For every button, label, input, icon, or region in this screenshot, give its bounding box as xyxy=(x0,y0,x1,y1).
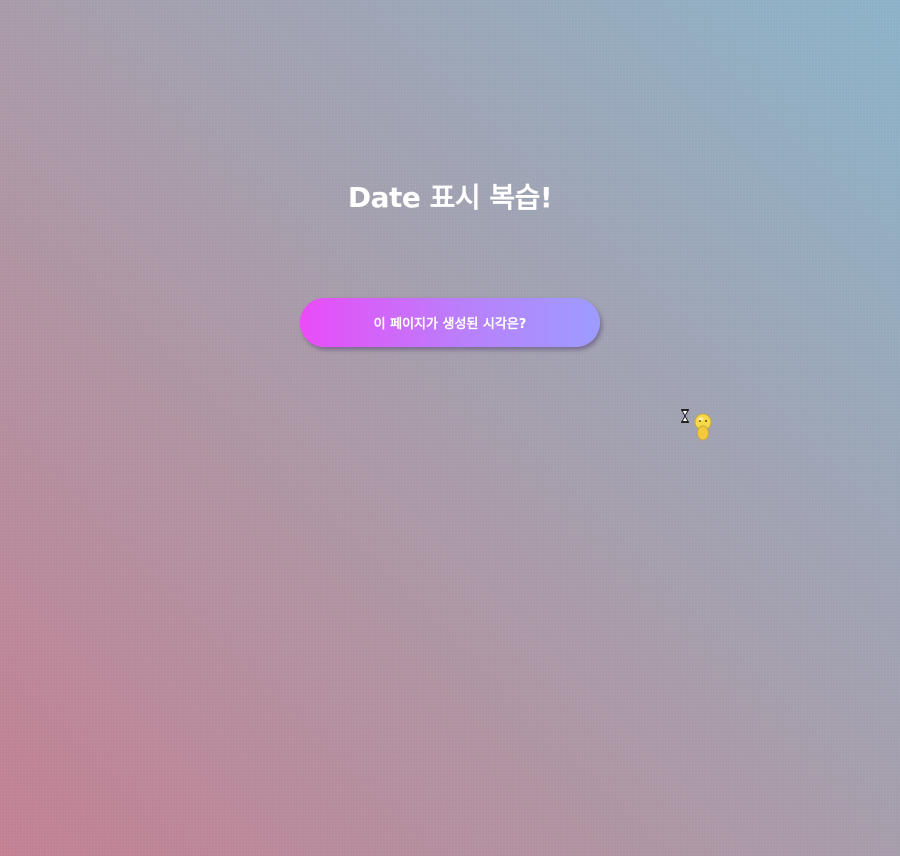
background-texture xyxy=(0,0,900,856)
show-time-button[interactable]: 이 페이지가 생성된 시각은? xyxy=(300,298,600,347)
page-title: Date 표시 복습! xyxy=(347,181,553,214)
busy-pointer-icon xyxy=(680,407,720,443)
